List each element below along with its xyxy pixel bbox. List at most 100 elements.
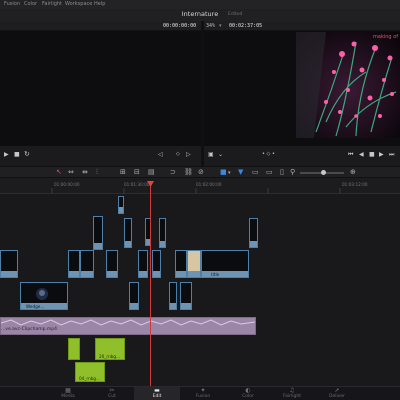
video-clip[interactable]	[93, 216, 103, 250]
ruler-tick-label: 01:00:00:00	[54, 182, 80, 187]
trim-tool-icon[interactable]: ⇔	[68, 168, 74, 176]
menu-fusion[interactable]: Fusion	[4, 1, 20, 7]
menu-workspace[interactable]: Workspace	[65, 1, 92, 7]
zoom-icon[interactable]: ⚲	[290, 168, 295, 176]
zoom-slider-knob[interactable]	[321, 170, 326, 175]
zoom-select[interactable]: 34%	[206, 23, 215, 29]
menu-fairlight[interactable]: Fairlight	[42, 1, 62, 7]
video-clip[interactable]	[159, 218, 166, 248]
page-navigation: ▦ Media ✂ Cut ▬ Edit ✦ Fusion ◐ Color ♫ Fairli…	[0, 386, 400, 400]
title-clip[interactable]: title	[201, 250, 249, 278]
source-timecode: 00:00:00:00	[163, 23, 197, 29]
clip-name: 04_rnbg...	[79, 376, 101, 381]
page-tab-media[interactable]: ▦ Media	[46, 387, 90, 400]
timeline-ruler[interactable]: 01:00:00:00 01:01:30:00 01:02:00:00 01:0…	[0, 178, 400, 194]
audio-clip[interactable]: 20_rnbg...	[95, 338, 125, 360]
audio-clip[interactable]: 04_rnbg...	[75, 362, 105, 382]
cut-icon: ✂	[109, 387, 115, 394]
video-clip[interactable]	[68, 250, 80, 278]
video-clip[interactable]	[152, 250, 161, 278]
video-clip[interactable]	[175, 250, 187, 278]
marker-icon[interactable]: ▼	[238, 168, 243, 176]
video-frame: making of	[296, 32, 400, 138]
audio-clip[interactable]	[68, 338, 80, 360]
viewer-options-icon[interactable]: ▣	[208, 151, 214, 158]
page-tab-fusion[interactable]: ✦ Fusion	[180, 387, 226, 400]
play-icon[interactable]: ▶	[4, 151, 9, 158]
video-clip[interactable]	[138, 250, 148, 278]
video-clip[interactable]: Wedge...	[20, 282, 68, 310]
zoom-detail-icon[interactable]: ▭	[266, 168, 273, 176]
page-tab-cut[interactable]: ✂ Cut	[90, 387, 134, 400]
skip-forward-icon[interactable]: ⏭	[389, 151, 394, 159]
menu-color[interactable]: Color	[24, 1, 37, 7]
mark-out-icon[interactable]: ▷	[186, 151, 191, 158]
video-clip[interactable]	[180, 282, 192, 310]
video-clip[interactable]	[0, 250, 18, 278]
play-icon[interactable]: ▶	[379, 151, 384, 158]
jog-icon[interactable]: ◇	[176, 151, 180, 157]
timeline-transport: ▣ ⌄ • ◇ • ⏮ ◀ ■ ▶ ⏭	[204, 146, 400, 166]
page-tab-label: Deliver	[328, 394, 346, 399]
zoom-custom-icon[interactable]: ▯	[280, 168, 284, 176]
ruler-tick-label: 01:02:00:00	[196, 182, 222, 187]
dynamic-trim-icon[interactable]: ⇹	[82, 168, 88, 176]
page-tab-color[interactable]: ◐ Color	[226, 387, 270, 400]
snapping-icon[interactable]: ⊃	[170, 168, 176, 176]
overwrite-clip-icon[interactable]: ⊟	[134, 168, 140, 176]
linked-selection-icon[interactable]: ⛓	[184, 168, 193, 176]
chevron-down-icon[interactable]: ⌄	[218, 151, 223, 158]
audio-clip-name: ...ve.avc-Clipchamp.mp4	[1, 327, 58, 332]
stop-icon[interactable]: ■	[369, 151, 375, 158]
video-clip[interactable]	[169, 282, 177, 310]
page-tab-label: Cut	[108, 394, 116, 399]
reverse-icon[interactable]: ◀	[359, 151, 364, 158]
jog-wheel-icon[interactable]: • ◇ •	[262, 151, 275, 157]
project-title-bar: Internature Edited	[0, 9, 400, 21]
frame-overlay-text: making of	[373, 34, 398, 40]
menu-bar: Fusion Color Fairlight Workspace Help	[0, 0, 400, 9]
replace-clip-icon[interactable]: ▤	[148, 168, 155, 176]
stop-icon[interactable]: ■	[14, 151, 20, 158]
blade-tool-icon[interactable]: ⫶	[96, 168, 98, 177]
audio-clip[interactable]: ...ve.avc-Clipchamp.mp4	[0, 317, 256, 335]
deliver-icon: ➚	[334, 387, 340, 394]
zoom-full-icon[interactable]: ▭	[252, 168, 259, 176]
fairlight-icon: ♫	[289, 387, 295, 394]
video-clip[interactable]	[129, 282, 139, 310]
project-title: Internature	[181, 10, 219, 18]
clip-thumbnail	[36, 288, 48, 300]
page-tab-label: Fusion	[195, 394, 211, 399]
position-lock-icon[interactable]: ⊘	[198, 168, 204, 176]
project-status: Edited	[228, 12, 243, 17]
color-icon: ◐	[245, 387, 251, 394]
loop-icon[interactable]: ↻	[24, 150, 30, 158]
clip-name: title	[211, 272, 220, 277]
video-clip[interactable]	[187, 250, 201, 278]
page-tab-edit[interactable]: ▬ Edit	[134, 387, 180, 400]
page-tab-deliver[interactable]: ➚ Deliver	[314, 387, 360, 400]
chevron-down-icon[interactable]: ▾	[228, 170, 231, 176]
selection-tool-icon[interactable]: ↖	[56, 168, 62, 176]
page-tab-fairlight[interactable]: ♫ Fairlight	[270, 387, 314, 400]
menu-help[interactable]: Help	[94, 1, 105, 7]
skip-back-icon[interactable]: ⏮	[348, 151, 353, 159]
video-clip[interactable]	[124, 218, 132, 248]
video-clip[interactable]	[106, 250, 118, 278]
clip-name: Wedge...	[26, 304, 45, 309]
video-clip[interactable]	[118, 196, 124, 214]
flag-icon[interactable]: ■	[220, 168, 227, 176]
video-clip[interactable]	[80, 250, 94, 278]
zoom-dropdown-icon[interactable]: ▾	[219, 23, 222, 29]
zoom-out-icon[interactable]: ⊕	[350, 168, 356, 176]
timeline-timecode: 00:02:37:05	[229, 23, 263, 29]
ruler-tick-label: 01:03:12:00	[342, 182, 368, 187]
source-viewer[interactable]	[0, 31, 201, 146]
page-tab-label: Edit	[152, 394, 162, 399]
mark-in-icon[interactable]: ◁	[158, 151, 163, 158]
page-tab-label: Fairlight	[282, 394, 301, 399]
timeline-tracks[interactable]: title Wedge... ...ve.avc-Clipchamp.mp4 2…	[0, 194, 400, 386]
video-clip[interactable]	[249, 218, 258, 248]
playhead[interactable]	[150, 184, 151, 386]
insert-clip-icon[interactable]: ⊞	[120, 168, 126, 176]
